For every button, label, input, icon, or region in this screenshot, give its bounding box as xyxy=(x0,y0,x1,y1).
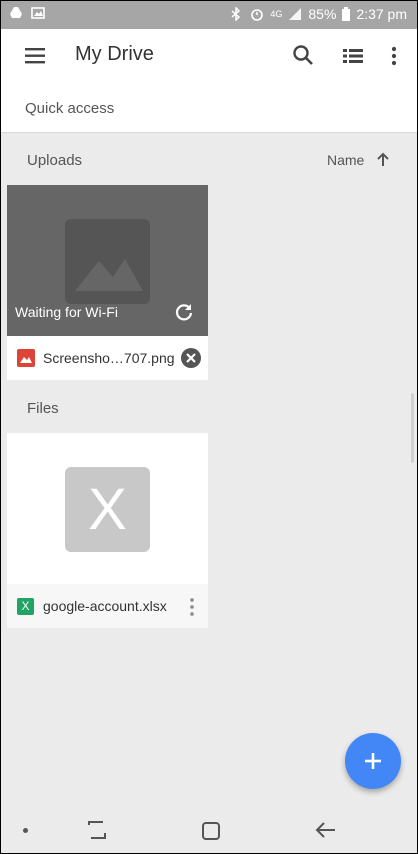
recent-apps-icon[interactable] xyxy=(87,821,107,839)
xlsx-icon: X xyxy=(17,598,34,615)
back-icon[interactable] xyxy=(315,821,337,839)
xlsx-icon-letter: X xyxy=(21,599,30,613)
upload-status-text: Waiting for Wi-Fi xyxy=(15,304,118,320)
menu-icon[interactable] xyxy=(25,47,47,65)
search-icon[interactable] xyxy=(291,43,317,69)
bluetooth-icon xyxy=(230,6,244,22)
file-name: google-account.xlsx xyxy=(43,598,167,614)
nav-dot-indicator[interactable] xyxy=(23,828,28,833)
battery-percent: 85% xyxy=(308,6,337,22)
upload-thumbnail: Waiting for Wi-Fi xyxy=(7,185,208,336)
edge-panel-handle[interactable] xyxy=(411,393,414,463)
page-title: My Drive xyxy=(75,43,154,65)
image-notification-icon xyxy=(31,6,45,20)
add-button[interactable] xyxy=(345,733,401,789)
file-item-footer: X google-account.xlsx xyxy=(7,584,208,628)
sort-up-arrow-icon[interactable] xyxy=(375,151,391,169)
sort-name-button[interactable]: Name xyxy=(327,152,364,168)
quick-access-label: Quick access xyxy=(25,100,115,117)
image-icon xyxy=(17,349,35,367)
xlsx-placeholder-icon: X xyxy=(65,467,150,552)
network-type: 4G xyxy=(270,9,283,19)
upload-item-card[interactable]: Waiting for Wi-Fi Screensho…707.png xyxy=(7,185,208,380)
alarm-icon xyxy=(250,7,264,21)
upload-item-footer: Screensho…707.png xyxy=(7,336,208,380)
drive-notification-icon xyxy=(9,6,23,20)
battery-icon xyxy=(342,7,351,21)
upload-file-name: Screensho…707.png xyxy=(43,350,175,366)
status-bar: 4G 85% 2:37 pm xyxy=(1,1,417,29)
list-view-icon[interactable] xyxy=(341,45,365,67)
image-placeholder-icon xyxy=(65,219,150,304)
more-vert-icon[interactable] xyxy=(387,45,401,67)
app-bar: My Drive xyxy=(1,29,417,84)
home-icon[interactable] xyxy=(201,821,221,841)
quick-access-row[interactable]: Quick access xyxy=(1,83,417,133)
clock: 2:37 pm xyxy=(356,6,407,22)
files-section-label: Files xyxy=(27,400,59,417)
refresh-icon[interactable] xyxy=(174,302,194,322)
screen: 4G 85% 2:37 pm My Drive Quick access Upl… xyxy=(0,0,418,854)
file-item-card[interactable]: X X google-account.xlsx xyxy=(7,433,208,628)
file-thumbnail: X xyxy=(7,433,208,584)
uploads-section-label: Uploads xyxy=(27,152,83,169)
cancel-icon[interactable] xyxy=(181,348,201,368)
signal-icon xyxy=(288,7,302,21)
navigation-bar xyxy=(1,807,417,853)
add-icon xyxy=(363,751,383,771)
xlsx-thumb-letter: X xyxy=(88,477,127,542)
file-more-vert-icon[interactable] xyxy=(188,597,196,617)
